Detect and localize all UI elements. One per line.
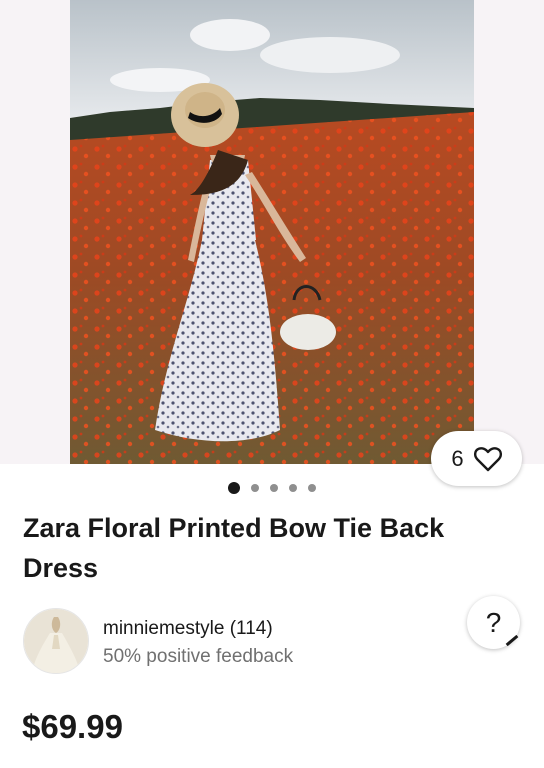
avatar[interactable] [23,608,89,674]
product-photo[interactable] [70,0,474,464]
pagination-dot[interactable] [289,484,297,492]
pagination-dot[interactable] [308,484,316,492]
seller-info[interactable]: minniemestyle (114) 50% positive feedbac… [23,608,423,674]
price: $69.99 [22,708,123,745]
listing-title: Zara Floral Printed Bow Tie Back Dress [23,513,445,583]
seller-avatar-image [24,609,88,673]
pagination-dot-active[interactable] [228,482,240,494]
product-photo-illustration [70,0,474,464]
image-pagination [0,482,544,494]
pagination-dot[interactable] [251,484,259,492]
pagination-dot[interactable] [270,484,278,492]
seller-name[interactable]: minniemestyle (114) [103,618,273,640]
like-count: 6 [451,445,464,471]
seller-feedback: 50% positive feedback [103,646,294,667]
like-button[interactable]: 6 [431,431,522,486]
image-gallery[interactable]: 6 [0,0,544,486]
question-icon: ? [485,606,502,638]
heart-outline-icon [473,446,502,471]
